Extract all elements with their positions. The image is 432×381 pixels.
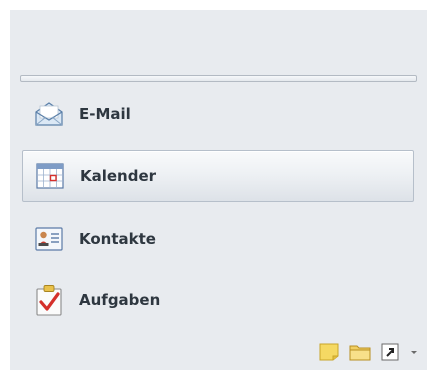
tasks-icon xyxy=(32,283,66,317)
configure-buttons-icon[interactable] xyxy=(409,348,419,356)
notes-icon[interactable] xyxy=(319,343,339,361)
nav-item-label: E-Mail xyxy=(79,105,131,123)
nav-item-label: Aufgaben xyxy=(79,291,161,309)
nav-item-contacts[interactable]: Kontakte xyxy=(22,213,414,265)
pane-splitter[interactable] xyxy=(20,75,417,82)
nav-item-label: Kontakte xyxy=(79,230,156,248)
nav-item-calendar[interactable]: Kalender xyxy=(22,150,414,202)
nav-item-tasks[interactable]: Aufgaben xyxy=(22,274,414,326)
nav-item-label: Kalender xyxy=(80,167,157,185)
nav-item-mail[interactable]: E-Mail xyxy=(22,88,414,140)
pane-footer xyxy=(319,342,419,362)
calendar-icon xyxy=(33,159,67,193)
folder-icon[interactable] xyxy=(349,343,371,361)
navigation-pane: E-Mail Kalender Kontakte Aufgaben xyxy=(10,10,427,370)
mail-icon xyxy=(32,97,66,131)
contacts-icon xyxy=(32,222,66,256)
shortcut-icon[interactable] xyxy=(381,343,399,361)
